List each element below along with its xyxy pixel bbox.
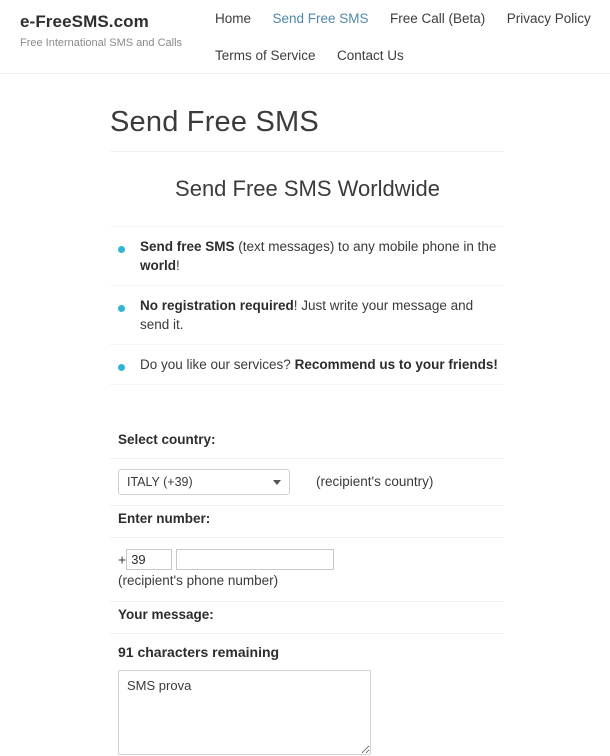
main-nav: Home Send Free SMS Free Call (Beta) Priv… (215, 0, 610, 74)
enter-number-label: Enter number: (110, 506, 505, 538)
your-message-label: Your message: (110, 602, 505, 635)
send-sms-form: Select country: ITALY (+39) (recipient's… (110, 427, 505, 756)
nav-row-2: Terms of Service Contact Us (215, 37, 610, 74)
feature-text: No registration required! Just write you… (140, 298, 474, 332)
country-prefix-input[interactable] (126, 548, 173, 570)
feature-text: Send free SMS (text messages) to any mob… (140, 239, 497, 273)
phone-number-input[interactable] (176, 548, 335, 570)
page-title: Send Free SMS (110, 106, 319, 138)
brand[interactable]: e-FreeSMS.com Free International SMS and… (20, 12, 182, 51)
site-header: e-FreeSMS.com Free International SMS and… (0, 0, 610, 74)
nav-link-free-call-beta[interactable]: Free Call (Beta) (390, 11, 485, 26)
list-item: No registration required! Just write you… (110, 286, 505, 345)
bullet-dot-icon (118, 305, 125, 312)
page-body: Send Free SMS Send Free SMS Worldwide Se… (0, 102, 610, 756)
brand-tagline: Free International SMS and Calls (20, 37, 183, 49)
country-field-row: ITALY (+39) (recipient's country) (110, 459, 505, 506)
bullet-dot-icon (118, 364, 125, 371)
number-hint: (recipient's phone number) (118, 573, 279, 589)
message-textarea[interactable] (118, 670, 371, 756)
list-item: Send free SMS (text messages) to any mob… (110, 226, 505, 286)
feature-list: Send free SMS (text messages) to any mob… (110, 226, 505, 385)
content-column: Send Free SMS Send Free SMS Worldwide Se… (110, 102, 505, 756)
country-hint: (recipient's country) (316, 473, 434, 489)
feature-text: Do you like our services? Recommend us t… (140, 357, 498, 372)
nav-link-send-free-sms[interactable]: Send Free SMS (272, 11, 368, 26)
nav-row-1: Home Send Free SMS Free Call (Beta) Priv… (215, 0, 610, 37)
select-country-label: Select country: (110, 427, 505, 459)
characters-remaining: 91 characters remaining (118, 644, 280, 661)
number-field-row: + (recipient's phone number) (110, 538, 505, 603)
list-item: Do you like our services? Recommend us t… (110, 345, 505, 385)
bullet-dot-icon (118, 246, 125, 253)
nav-link-privacy-policy[interactable]: Privacy Policy (507, 11, 591, 26)
nav-link-home[interactable]: Home (215, 11, 251, 26)
nav-link-contact-us[interactable]: Contact Us (337, 48, 404, 63)
section-title: Send Free SMS Worldwide (175, 176, 440, 201)
country-select-wrap[interactable]: ITALY (+39) (118, 469, 290, 495)
title-divider (110, 151, 505, 152)
plus-sign: + (118, 551, 127, 568)
nav-link-terms-of-service[interactable]: Terms of Service (215, 48, 316, 63)
brand-name: e-FreeSMS.com (20, 12, 149, 31)
country-select[interactable]: ITALY (+39) (118, 469, 290, 495)
